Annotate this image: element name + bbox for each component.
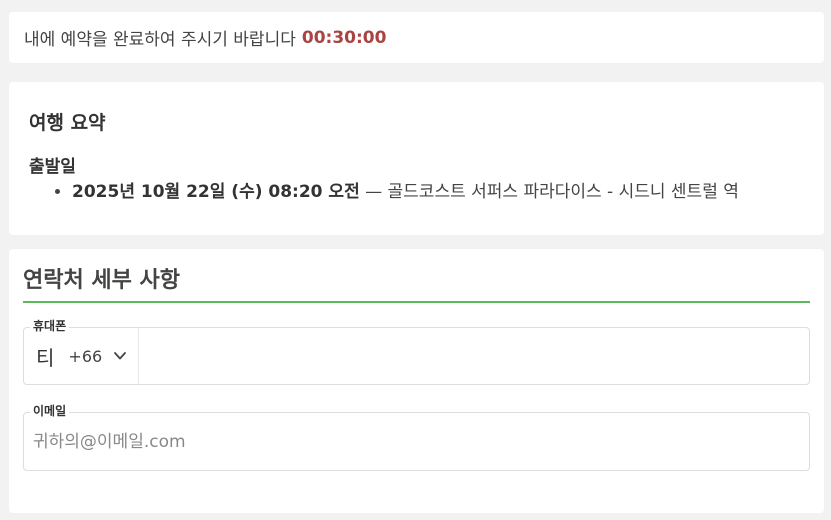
phone-input[interactable] — [139, 328, 809, 384]
country-flag: 티 — [36, 345, 55, 370]
departure-item: 2025년 10월 22일 (수) 08:20 오전 — 골드코스트 서퍼스 파… — [72, 179, 804, 205]
departure-list: 2025년 10월 22일 (수) 08:20 오전 — 골드코스트 서퍼스 파… — [29, 179, 804, 205]
phone-field: 휴대폰 티 +66 — [23, 319, 810, 385]
email-label: 이메일 — [30, 404, 70, 418]
country-code: +66 — [68, 346, 103, 366]
trip-summary-card: 여행 요약 출발일 2025년 10월 22일 (수) 08:20 오전 — 골… — [9, 82, 824, 235]
booking-timer-banner: 내에 예약을 완료하여 주시기 바랍니다 00:30:00 — [9, 12, 824, 63]
departure-datetime: 2025년 10월 22일 (수) 08:20 오전 — [72, 182, 360, 202]
email-field: 이메일 — [23, 404, 810, 471]
contact-details-title: 연락처 세부 사항 — [23, 249, 810, 303]
phone-label: 휴대폰 — [30, 319, 70, 333]
contact-details-card: 연락처 세부 사항 휴대폰 티 +66 이메일 — [9, 249, 824, 513]
chevron-down-icon — [114, 352, 127, 360]
email-input[interactable] — [24, 413, 809, 470]
country-code-select[interactable]: 티 +66 — [24, 328, 140, 384]
timer-message: 내에 예약을 완료하여 주시기 바랍니다 — [24, 30, 296, 50]
countdown-timer: 00:30:00 — [301, 27, 387, 48]
departure-route: — 골드코스트 서퍼스 파라다이스 - 시드니 센트럴 역 — [359, 182, 739, 202]
trip-summary-title: 여행 요약 — [29, 112, 106, 134]
departure-label: 출발일 — [29, 157, 76, 177]
